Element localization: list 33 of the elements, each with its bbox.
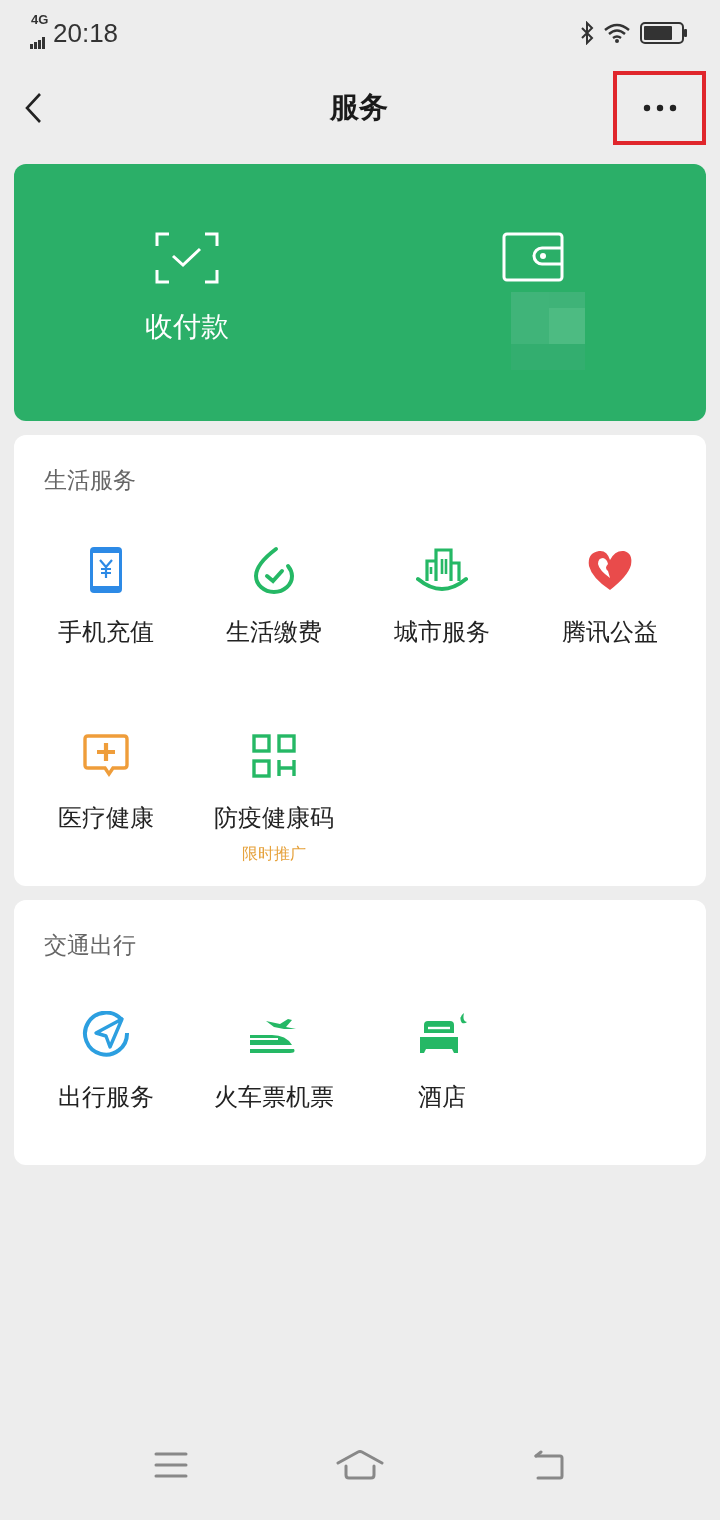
- service-button[interactable]: 火车票机票: [190, 1007, 358, 1155]
- service-button[interactable]: 生活缴费: [190, 542, 358, 690]
- menu-icon[interactable]: [154, 1452, 188, 1478]
- drop-check-icon: [252, 546, 296, 594]
- service-button[interactable]: 腾讯公益: [526, 542, 694, 690]
- battery-icon: [640, 22, 688, 44]
- wifi-icon: [604, 23, 630, 43]
- medical-chat-icon: [83, 734, 129, 778]
- network-type: 4G: [31, 11, 49, 27]
- page-title: 服务: [329, 90, 388, 125]
- bluetooth-icon: [580, 21, 594, 45]
- wallet-icon: [502, 232, 564, 282]
- service-button[interactable]: 防疫健康码 限时推广: [190, 728, 358, 876]
- section-title: 交通出行: [44, 931, 136, 960]
- scan-check-icon: [155, 232, 219, 284]
- phone-yuan-icon: [89, 546, 123, 594]
- service-button[interactable]: 手机充值: [22, 542, 190, 690]
- city-buildings-icon: [416, 547, 468, 593]
- back-nav-icon[interactable]: [532, 1450, 566, 1480]
- section-title: 生活服务: [44, 466, 136, 495]
- back-button[interactable]: [24, 92, 44, 124]
- qr-code-icon: [252, 734, 296, 778]
- service-button[interactable]: 出行服务: [22, 1007, 190, 1155]
- home-icon[interactable]: [336, 1450, 384, 1480]
- signal-icon: [30, 36, 46, 49]
- clock-time: 20:18: [53, 17, 119, 49]
- service-button[interactable]: 酒店: [358, 1007, 526, 1155]
- heart-icon: [586, 548, 634, 592]
- navigation-arrow-icon: [82, 1011, 130, 1059]
- more-dots-icon: [642, 104, 677, 112]
- more-button[interactable]: [613, 71, 706, 145]
- service-button[interactable]: 城市服务: [358, 542, 526, 690]
- service-button[interactable]: 医疗健康: [22, 728, 190, 876]
